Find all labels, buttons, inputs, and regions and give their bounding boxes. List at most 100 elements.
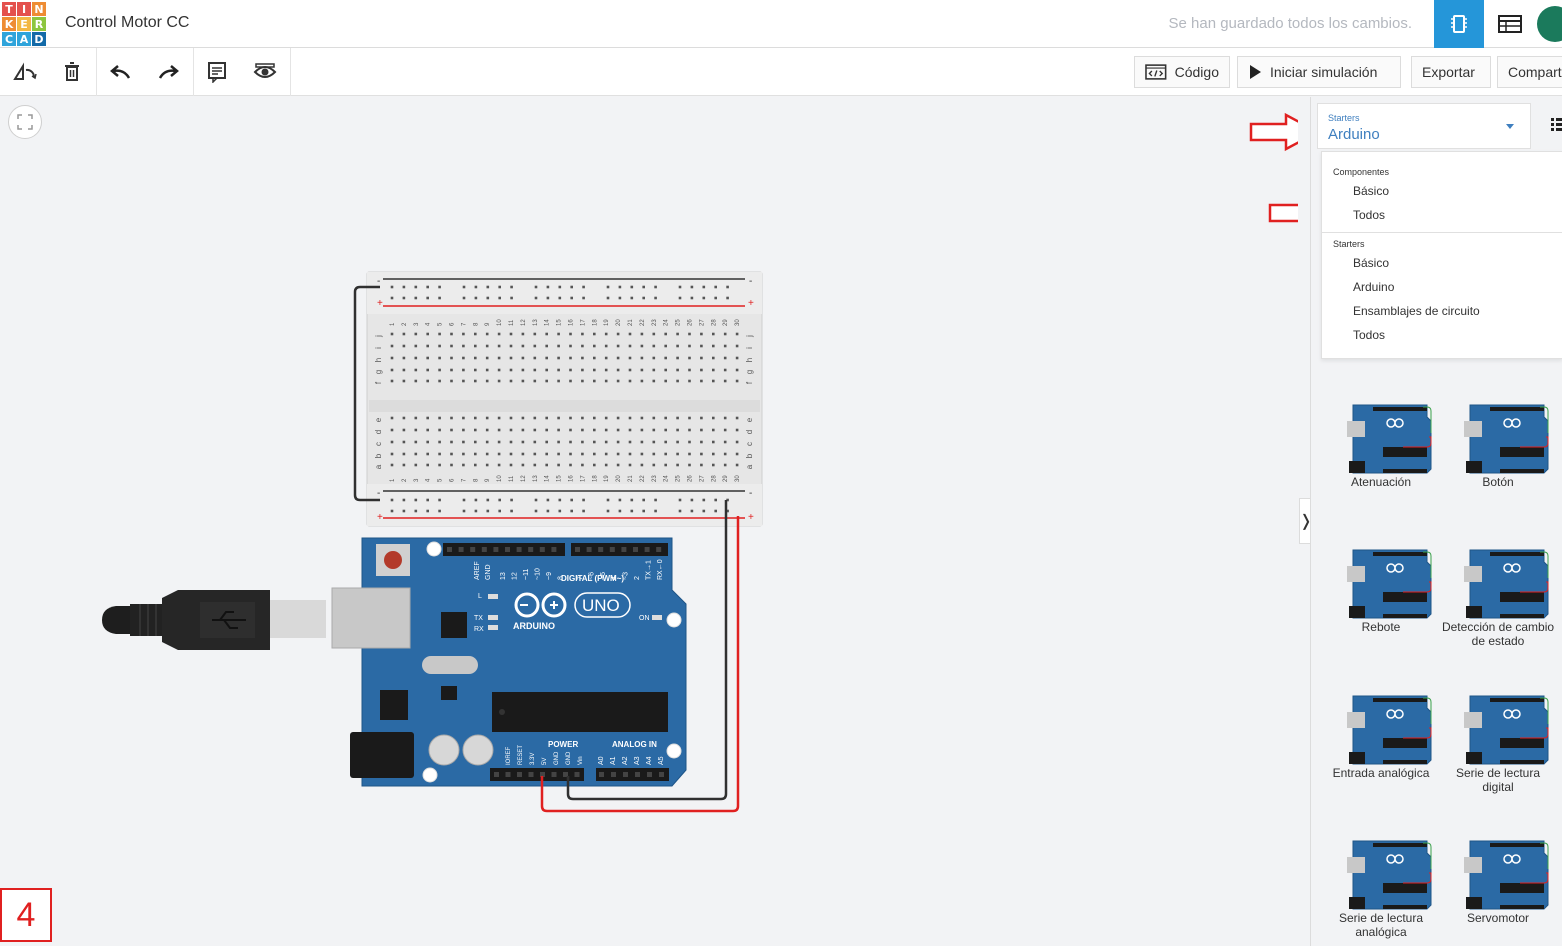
starter-card-label: Serie de lectura digital [1455,766,1541,794]
starter-card-label: Servomotor [1466,911,1530,925]
starter-card-serie-lectura-digital[interactable]: Serie de lectura digital [1440,658,1556,798]
redo-icon [158,65,179,79]
breadboard-column-label: 21 [628,475,634,482]
breadboard[interactable]: 1 2 3 4 5 6 7 8 9 10 11 12 13 14 15 16 17 18 19 20 21 22 23 24 2… [366,271,763,527]
breadboard-row-label: e [745,417,754,422]
dropdown-item-starters-ensamblajes[interactable]: Ensamblajes de circuito [1353,304,1480,318]
power-header[interactable] [490,768,584,781]
export-label: Exportar [1422,64,1475,80]
breadboard-row-label: a [745,464,754,469]
starter-card-atenuacion[interactable]: Atenuación [1323,367,1439,507]
analog-pin-label: A1 [610,756,617,765]
play-icon [1250,65,1261,79]
tinkercad-logo[interactable]: TIN KER CAD [2,2,46,46]
usb-cable[interactable] [102,590,326,650]
digital-header-right[interactable] [571,543,668,556]
redo-button[interactable] [151,56,185,88]
category-select[interactable]: Starters Arduino [1317,103,1531,149]
breadboard-column-label: 12 [521,319,527,326]
step-number-badge: 4 [0,888,52,942]
breadboard-row-label: d [745,430,754,434]
digital-pin-label: 13 [500,572,507,580]
breadboard-row-label: g [374,370,383,374]
trash-icon [65,62,79,81]
breadboard-row-label: b [374,453,383,458]
starter-card-label: Serie de lectura analógica [1338,911,1424,939]
starter-card-boton[interactable]: Botón [1440,367,1556,507]
circuit-canvas[interactable]: 1 2 3 4 5 6 7 8 9 10 11 12 13 14 15 16 17 18 19 20 21 22 23 24 2… [0,97,1298,887]
breadboard-column-label: 26 [688,319,694,326]
breadboard-row-label: g [745,370,754,374]
toolbar-separator [193,48,194,96]
breadboard-column-label: 27 [699,475,705,482]
breadboard-row-label: i [374,347,383,349]
breadboard-column-label: 14 [545,319,551,326]
circuit-view-button[interactable] [1434,0,1484,48]
save-status: Se han guardado todos los cambios. [1168,15,1413,32]
user-avatar[interactable] [1537,6,1562,42]
code-button[interactable]: Código [1134,56,1230,88]
logo-letter: I [17,2,31,16]
rail-minus-label: - [377,488,380,499]
grid-view-button[interactable] [1551,117,1562,136]
breadboard-column-label: 12 [521,475,527,482]
grid-list-icon [1551,118,1562,131]
dropdown-item-starters-arduino[interactable]: Arduino [1353,280,1394,294]
dropdown-item-componentes-todos[interactable]: Todos [1353,208,1385,222]
components-panel: Starters Arduino Componentes Básico Todo… [1310,97,1562,946]
dropdown-section-heading: Componentes [1333,167,1390,177]
visibility-button[interactable] [248,56,282,88]
breadboard-column-label: 20 [616,475,622,482]
dropdown-item-starters-basico[interactable]: Básico [1353,256,1389,270]
dropdown-item-starters-todos[interactable]: Todos [1353,328,1385,342]
rail-plus-label: + [377,298,383,309]
logo-letter: C [2,32,16,46]
notes-button[interactable] [200,56,234,88]
starter-card-entrada-analogica[interactable]: Entrada analógica [1323,658,1439,798]
starter-card-deteccion-cambio-estado[interactable]: Detección de cambio de estado [1440,512,1556,652]
aref-label: AREF [474,561,481,580]
dropdown-section-heading: Starters [1333,239,1365,249]
digital-pin-label: ~10 [535,568,542,580]
analog-pin-label: A3 [634,756,641,765]
breadboard-row-label: d [374,430,383,434]
starter-card-rebote[interactable]: Rebote [1323,512,1439,652]
starter-card-servomotor[interactable]: Servomotor [1440,803,1556,943]
undo-button[interactable] [104,56,138,88]
arduino-thumbnail [1347,404,1432,474]
delete-button[interactable] [55,56,89,88]
share-button[interactable]: Compartir [1497,56,1562,88]
table-icon [1498,15,1522,33]
rail-plus-label: + [377,512,383,523]
category-select-value: Arduino [1328,126,1380,143]
analog-pin-label: A4 [646,756,653,765]
power-pin-label: GND [566,751,572,765]
breadboard-row-label: h [745,358,754,362]
rotate-button[interactable] [8,56,42,88]
toolbar-separator [96,48,97,96]
starter-card-label: Botón [1482,475,1514,489]
export-button[interactable]: Exportar [1411,56,1491,88]
starter-card-serie-lectura-analogica[interactable]: Serie de lectura analógica [1323,803,1439,943]
arduino-uno-board[interactable]: L TX RX ON UNO ARDUINO DIGITAL (PWM~) PO… [331,537,687,787]
logo-letter: R [32,17,46,31]
code-icon [1145,64,1167,80]
top-bar: TIN KER CAD Control Motor CC Se han guarda… [0,0,1562,48]
breadboard-column-label: 11 [509,319,515,326]
breadboard-column-label: 30 [735,319,741,326]
logo-letter: A [17,32,31,46]
breadboard-column-label: 17 [580,319,586,326]
start-simulation-button[interactable]: Iniciar simulación [1237,56,1401,88]
analog-pin-label: A0 [598,756,605,765]
breadboard-column-label: 22 [640,475,646,482]
arduino-brand-label: ARDUINO [513,621,555,631]
breadboard-column-label: 18 [592,319,598,326]
digital-pin-label: ~6 [588,572,595,580]
project-title[interactable]: Control Motor CC [65,14,189,32]
dropdown-item-componentes-basico[interactable]: Básico [1353,184,1389,198]
breadboard-column-label: 30 [735,475,741,482]
analog-header[interactable] [596,768,669,781]
schematic-list-button[interactable] [1485,0,1535,48]
l-led-label: L [478,593,482,600]
power-pin-label: GND [554,751,560,765]
